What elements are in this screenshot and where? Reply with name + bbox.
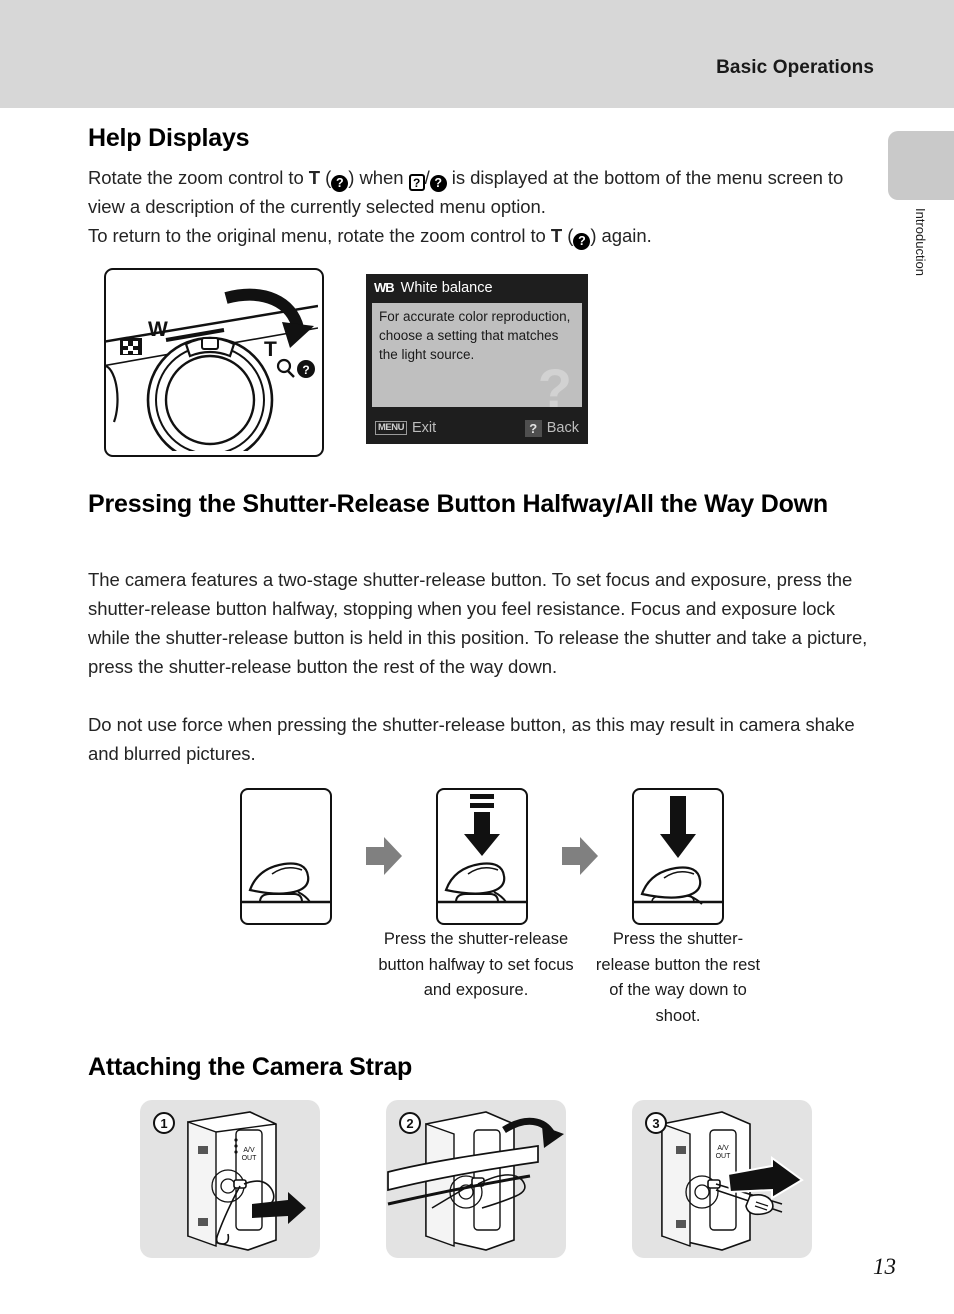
press-halfway-illustration <box>438 793 526 903</box>
zoom-T-label: T <box>308 167 321 188</box>
white-balance-icon: WB <box>374 280 395 295</box>
lcd-back-label[interactable]: Back <box>547 420 579 436</box>
text-segment: ( <box>562 225 574 246</box>
shutter-illustration-row <box>240 786 724 926</box>
strap-step-panel-3: 3 A/V OUT <box>632 1100 812 1258</box>
lcd-content-area: For accurate color reproduction, choose … <box>372 303 582 407</box>
lcd-body-text: For accurate color reproduction, choose … <box>379 309 571 362</box>
heading-shutter-release: Pressing the Shutter-Release Button Half… <box>88 490 828 518</box>
zoom-w-label: W <box>148 318 168 341</box>
help-round-icon: ? <box>429 175 447 192</box>
svg-text:?: ? <box>302 363 309 377</box>
lcd-footer-bar: MENU Exit ? Back <box>366 412 588 444</box>
paragraph-shutter-2: Do not use force when pressing the shutt… <box>88 714 855 764</box>
step-number-badge: 1 <box>153 1112 175 1134</box>
magnifier-icon <box>276 358 295 378</box>
caption-press-full: Press the shutter-release button the res… <box>595 930 761 1025</box>
heading-help-displays: Help Displays <box>88 124 250 152</box>
shutter-panel-halfway <box>436 787 528 925</box>
lcd-title-bar: WB White balance <box>366 274 588 301</box>
text-segment: ) when <box>348 167 409 188</box>
strap-step-panel-2: 2 <box>386 1100 566 1258</box>
press-fully-illustration <box>634 795 722 905</box>
lcd-title: White balance <box>400 279 493 296</box>
paragraph-help-displays: Rotate the zoom control to T (?) when ? /… <box>88 163 858 250</box>
lcd-help-screen: WB White balance For accurate color repr… <box>366 274 588 444</box>
help-watermark-icon: ? <box>537 357 572 408</box>
help-box-icon: ? <box>408 174 425 191</box>
text-segment: ) again. <box>590 225 652 246</box>
svg-text:A/V: A/V <box>243 1147 255 1154</box>
text-segment: Rotate the zoom control to <box>88 167 309 188</box>
step-number-badge: 3 <box>645 1112 667 1134</box>
paragraph-shutter-1: The camera features a two-stage shutter-… <box>88 569 868 677</box>
menu-button-icon[interactable]: MENU <box>375 421 407 435</box>
page-header-band <box>0 0 954 108</box>
section-tab-label: Introduction <box>913 208 928 276</box>
text-segment: ( <box>320 167 332 188</box>
help-round-icon: ? <box>297 360 315 378</box>
arrow-right-icon <box>562 837 598 875</box>
arrow-gap-2 <box>528 835 632 877</box>
shutter-panel-rest <box>240 787 332 925</box>
heading-attaching-strap: Attaching the Camera Strap <box>88 1053 413 1081</box>
strap-step-panel-1: 1 A/V OUT <box>140 1100 320 1258</box>
section-tab-block <box>888 131 954 200</box>
arrow-right-icon <box>366 837 402 875</box>
svg-text:A/V: A/V <box>717 1145 729 1152</box>
page-header-title: Basic Operations <box>716 57 874 78</box>
shutter-panel-full <box>632 787 724 925</box>
help-round-icon: ? <box>331 175 349 192</box>
help-round-icon: ? <box>573 233 591 250</box>
zoom-control-illustration: W T ? <box>106 288 319 455</box>
caption-press-halfway: Press the shutter-release button halfway… <box>378 930 574 999</box>
thumbnail-icon <box>120 338 142 355</box>
zoom-T-label: T <box>550 225 563 246</box>
zoom-control-figure: W T ? <box>104 268 324 457</box>
step-number-badge: 2 <box>399 1112 421 1134</box>
strap-illustration-row: 1 A/V OUT 2 3 A/V OUT <box>140 1100 820 1262</box>
svg-text:OUT: OUT <box>716 1153 732 1160</box>
page-number: 13 <box>873 1254 896 1279</box>
lcd-exit-label[interactable]: Exit <box>412 420 436 436</box>
text-segment: To return to the original menu, rotate t… <box>88 225 551 246</box>
svg-text:OUT: OUT <box>242 1155 258 1162</box>
help-button-icon[interactable]: ? <box>524 419 542 437</box>
finger-on-button-illustration <box>242 861 330 903</box>
arrow-gap-1 <box>332 835 436 877</box>
zoom-t-label: T <box>264 338 277 361</box>
text-segment: / <box>424 167 430 188</box>
